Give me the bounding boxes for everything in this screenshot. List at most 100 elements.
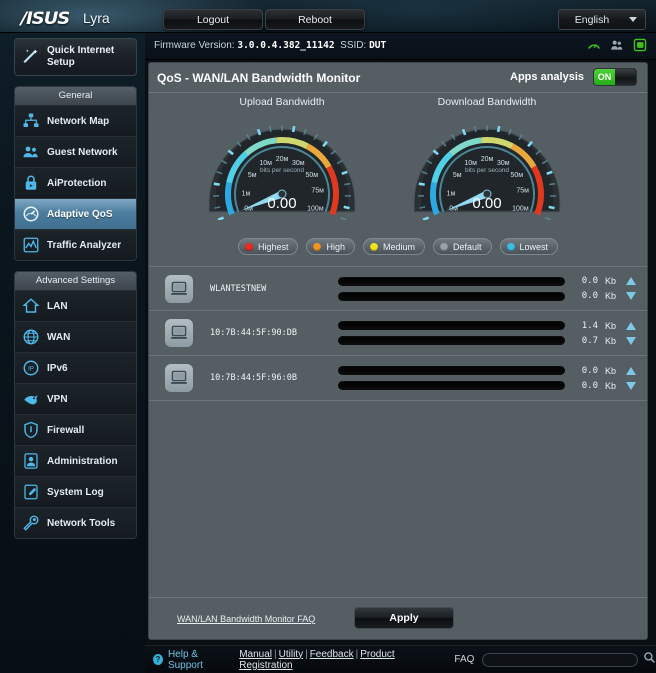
language-selector[interactable]: English (558, 9, 646, 30)
faq-label: FAQ (454, 654, 475, 665)
sidebar-item-system-log[interactable]: System Log (15, 476, 136, 507)
sidebar-item-guest-network[interactable]: Guest Network (15, 136, 136, 167)
search-icon[interactable] (643, 651, 656, 669)
sidebar-item-network-map[interactable]: Network Map (15, 105, 136, 136)
qos-status-icon[interactable] (587, 38, 601, 52)
table-row[interactable]: WLANTESTNEW 0.0 Kb 0.0 Kb (149, 266, 647, 311)
svg-text:bits per second: bits per second (260, 167, 304, 174)
upload-bar-row: 0.0 Kb (338, 276, 647, 286)
sidebar-item-label: Quick Internet Setup (47, 45, 115, 68)
sidebar-item-traffic-analyzer[interactable]: Traffic Analyzer (15, 229, 136, 260)
sidebar-item-quick-internet-setup[interactable]: Quick Internet Setup (14, 38, 137, 76)
legend-item-highest[interactable]: Highest (237, 238, 299, 255)
utility-link[interactable]: Utility (279, 649, 303, 660)
legend-item-default[interactable]: Default (432, 238, 492, 255)
upload-value: 0.0 (581, 276, 598, 286)
sidebar-item-label: Network Tools (47, 517, 116, 529)
upload-unit: Kb (605, 320, 617, 331)
legend-color-dot (313, 242, 322, 251)
lan-icon (15, 297, 47, 315)
language-selector-value: English (574, 13, 610, 26)
bandwidth-monitor-faq-link[interactable]: WAN/LAN Bandwidth Monitor FAQ (177, 614, 315, 624)
firmware-version-label: Firmware Version: (154, 40, 235, 51)
apps-analysis-toggle-state: ON (594, 69, 615, 85)
download-arrow-icon (626, 292, 636, 300)
sidebar-item-vpn[interactable]: VPN (15, 383, 136, 414)
usb-status-icon[interactable] (633, 38, 647, 52)
sidebar-item-firewall[interactable]: Firewall (15, 414, 136, 445)
legend-item-lowest[interactable]: Lowest (499, 238, 559, 255)
apps-analysis-label: Apps analysis (510, 71, 584, 83)
gauge-dial: 0м1м5м10м20м30м50м75м100мbits per second… (208, 125, 356, 220)
svg-text:5м: 5м (248, 172, 257, 179)
legend-color-dot (506, 242, 515, 251)
upload-arrow-icon (626, 321, 636, 330)
legend-item-medium[interactable]: Medium (362, 238, 425, 255)
svg-text:20м: 20м (481, 156, 494, 163)
gauge-caption: Download Bandwidth (437, 96, 537, 108)
svg-text:10м: 10м (259, 160, 272, 167)
feedback-link[interactable]: Feedback (310, 649, 354, 660)
router-model-name: Lyra (83, 10, 110, 26)
vpn-icon (15, 390, 47, 408)
firewall-icon (15, 421, 47, 439)
table-row[interactable]: 10:7B:44:5F:96:0B 0.0 Kb 0.0 Kb (149, 356, 647, 401)
manual-link[interactable]: Manual (239, 649, 272, 660)
apps-analysis-control: Apps analysis ON (510, 68, 637, 86)
gauge-caption: Upload Bandwidth (239, 96, 325, 108)
faq-search-box[interactable] (482, 652, 638, 670)
reboot-button[interactable]: Reboot (265, 9, 365, 30)
legend-label: High (326, 241, 345, 252)
computer-icon (165, 319, 193, 347)
upload-unit: Kb (605, 365, 617, 376)
traffic-analyzer-icon (15, 236, 47, 254)
chevron-down-icon (629, 17, 637, 22)
computer-icon (165, 274, 193, 303)
apps-analysis-toggle[interactable]: ON (593, 68, 637, 86)
sidebar-item-wan[interactable]: WAN (15, 321, 136, 352)
priority-legend: Highest High Medium Default Lowest (149, 238, 647, 260)
sidebar-item-aiprotection[interactable]: AiProtection (15, 167, 136, 198)
footer-bar: ? Help & Support Manual | Utility | Feedback… (145, 645, 656, 673)
upload-unit: Kb (605, 276, 617, 286)
sidebar-item-network-tools[interactable]: Network Tools (15, 507, 136, 538)
svg-text:0.00: 0.00 (267, 195, 296, 212)
download-bar (338, 291, 565, 301)
svg-text:10м: 10м (464, 160, 477, 167)
svg-text:30м: 30м (497, 160, 510, 167)
sidebar-item-label: VPN (47, 393, 68, 405)
sidebar-item-label: WAN (47, 331, 71, 343)
svg-text:30м: 30м (292, 160, 305, 167)
upload-bar-row: 1.4 Kb (338, 321, 647, 331)
download-unit: Kb (605, 335, 617, 346)
sidebar-item-adaptive-qos[interactable]: Adaptive QoS (15, 198, 136, 229)
aiprotection-icon (15, 174, 47, 192)
apply-button[interactable]: Apply (354, 607, 454, 629)
svg-text:1м: 1м (242, 190, 251, 197)
legend-item-high[interactable]: High (306, 238, 355, 255)
network-map-icon (15, 112, 47, 130)
svg-text:50м: 50м (305, 172, 318, 179)
legend-label: Medium (382, 241, 415, 252)
upload-bar (338, 366, 565, 375)
clients-status-icon[interactable] (610, 38, 624, 52)
svg-text:100м: 100м (307, 206, 324, 213)
download-gauge: Download Bandwidth 0м 1м 5м 10м 20м 30м 50м 75м 1… (382, 96, 592, 220)
sidebar-item-ipv6[interactable]: IP IPv6 (15, 352, 136, 383)
device-name: 10:7B:44:5F:90:DB (210, 328, 297, 338)
gauge-dial: 0м1м5м10м20м30м50м75м100мbits per second… (413, 125, 561, 220)
sidebar-item-lan[interactable]: LAN (15, 290, 136, 321)
faq-search-input[interactable] (483, 657, 637, 670)
table-row[interactable]: 10:7B:44:5F:90:DB 1.4 Kb 0.7 Kb (149, 311, 647, 356)
sidebar-group: General Network Map Guest Network AiProtect… (14, 86, 137, 261)
upload-bar (338, 321, 565, 330)
download-bar-row: 0.0 Kb (338, 291, 647, 301)
sidebar-navigation: Quick Internet Setup General Network Map Gu… (0, 33, 145, 673)
device-name: 10:7B:44:5F:96:0B (210, 373, 297, 383)
sidebar-item-administration[interactable]: Administration (15, 445, 136, 476)
logout-button[interactable]: Logout (163, 9, 263, 30)
network-tools-icon (15, 514, 47, 532)
sidebar-item-label: LAN (47, 300, 68, 312)
sidebar-item-label: AiProtection (47, 177, 107, 189)
asus-logo: /ISUS (20, 9, 71, 29)
